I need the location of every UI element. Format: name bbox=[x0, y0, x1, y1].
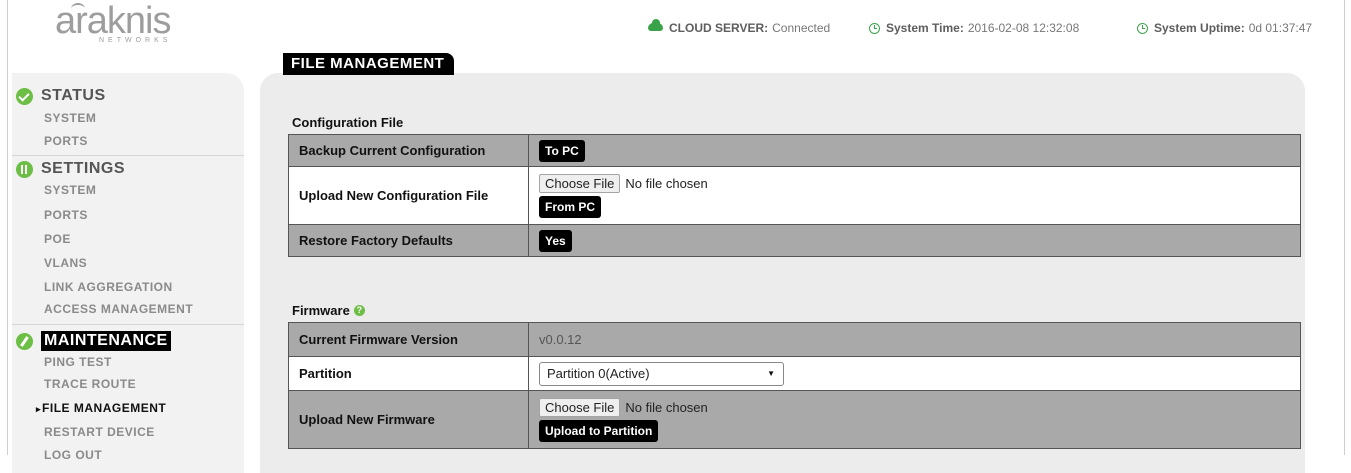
restore-defaults-label: Restore Factory Defaults bbox=[288, 224, 529, 257]
backup-to-pc-button[interactable]: To PC bbox=[539, 139, 585, 162]
partition-label: Partition bbox=[288, 356, 529, 391]
table-row: Backup Current Configuration To PC bbox=[288, 134, 1301, 167]
cloud-value: Connected bbox=[772, 21, 831, 35]
araknis-logo[interactable]: araknis NETWORKS bbox=[55, 2, 195, 44]
restore-yes-button[interactable]: Yes bbox=[539, 229, 572, 252]
firmware-heading: Firmware ? bbox=[292, 303, 365, 318]
firmware-version-cell: v0.0.12 bbox=[528, 322, 1301, 357]
sidebar-item-link-aggregation[interactable]: LINK AGGREGATION bbox=[44, 280, 173, 294]
sidebar-item-poe[interactable]: POE bbox=[44, 232, 71, 246]
sidebar-section-settings[interactable]: SETTINGS bbox=[16, 160, 125, 178]
table-row: Partition Partition 0(Active) bbox=[288, 356, 1301, 391]
sidebar-item-trace-route[interactable]: TRACE ROUTE bbox=[44, 377, 136, 391]
firmware-no-file-text: No file chosen bbox=[625, 399, 708, 415]
page-title: FILE MANAGEMENT bbox=[283, 53, 455, 75]
sidebar-section-label: MAINTENANCE bbox=[41, 331, 171, 351]
system-uptime-value: 0d 01:37:47 bbox=[1248, 21, 1313, 35]
system-time-value: 2016-02-08 12:32:08 bbox=[967, 21, 1080, 35]
sidebar-section-label: STATUS bbox=[41, 87, 106, 104]
table-row: Restore Factory Defaults Yes bbox=[288, 224, 1301, 257]
sidebar-section-maintenance[interactable]: MAINTENANCE bbox=[16, 331, 171, 351]
sidebar-item-log-out[interactable]: LOG OUT bbox=[44, 448, 102, 462]
partition-cell: Partition 0(Active) bbox=[528, 356, 1301, 391]
wrench-icon bbox=[16, 332, 33, 350]
sidebar-section-label: SETTINGS bbox=[41, 160, 126, 177]
sliders-icon bbox=[16, 160, 33, 178]
configuration-table: Backup Current Configuration To PC Uploa… bbox=[288, 134, 1301, 257]
sidebar-item-status-system[interactable]: SYSTEM bbox=[44, 111, 96, 125]
firmware-heading-label: Firmware bbox=[292, 303, 350, 318]
cloud-icon bbox=[648, 19, 663, 31]
firmware-version-label: Current Firmware Version bbox=[288, 322, 529, 357]
table-row: Current Firmware Version v0.0.12 bbox=[288, 322, 1301, 357]
upload-firmware-label: Upload New Firmware bbox=[288, 390, 529, 449]
firmware-version-value: v0.0.12 bbox=[539, 332, 582, 347]
cloud-label: CLOUD SERVER: bbox=[669, 21, 769, 35]
config-file-input: Choose File No file chosen bbox=[539, 173, 1290, 193]
sidebar-item-file-management[interactable]: FILE MANAGEMENT bbox=[36, 401, 166, 415]
sidebar-item-status-ports[interactable]: PORTS bbox=[44, 134, 88, 148]
backup-label: Backup Current Configuration bbox=[288, 134, 529, 167]
table-row: Upload New Configuration File Choose Fil… bbox=[288, 166, 1301, 225]
cloud-status: CLOUD SERVER: Connected bbox=[648, 19, 831, 35]
sidebar-item-ping-test[interactable]: PING TEST bbox=[44, 355, 112, 369]
upload-firmware-cell: Choose File No file chosen Upload to Par… bbox=[528, 390, 1301, 449]
sidebar-divider bbox=[12, 155, 244, 156]
system-time: System Time: 2016-02-08 12:32:08 bbox=[869, 21, 1079, 35]
firmware-table: Current Firmware Version v0.0.12 Partiti… bbox=[288, 322, 1301, 449]
firmware-file-input: Choose File No file chosen bbox=[539, 397, 1290, 417]
restore-cell: Yes bbox=[528, 224, 1301, 257]
table-row: Upload New Firmware Choose File No file … bbox=[288, 390, 1301, 449]
system-uptime-label: System Uptime: bbox=[1154, 21, 1245, 35]
sidebar-item-vlans[interactable]: VLANS bbox=[44, 256, 87, 270]
sidebar-divider bbox=[12, 324, 244, 325]
firmware-choose-file-button[interactable]: Choose File bbox=[539, 397, 621, 417]
sidebar-item-restart-device[interactable]: RESTART DEVICE bbox=[44, 425, 155, 439]
clock-icon bbox=[1137, 22, 1148, 34]
sidebar-item-settings-ports[interactable]: PORTS bbox=[44, 208, 88, 222]
question-icon[interactable]: ? bbox=[353, 305, 365, 316]
check-icon bbox=[16, 87, 33, 105]
config-no-file-text: No file chosen bbox=[625, 175, 708, 191]
upload-from-pc-button[interactable]: From PC bbox=[539, 195, 602, 218]
partition-select[interactable]: Partition 0(Active) bbox=[539, 361, 784, 386]
sidebar-item-settings-system[interactable]: SYSTEM bbox=[44, 183, 96, 197]
partition-selected-value: Partition 0(Active) bbox=[547, 365, 650, 381]
config-choose-file-button[interactable]: Choose File bbox=[539, 173, 621, 193]
system-uptime: System Uptime: 0d 01:37:47 bbox=[1137, 21, 1312, 35]
logo-wordmark: araknis bbox=[55, 0, 171, 42]
sidebar-section-status[interactable]: STATUS bbox=[16, 87, 106, 105]
configuration-heading: Configuration File bbox=[292, 115, 404, 130]
upload-config-label: Upload New Configuration File bbox=[288, 166, 529, 225]
sidebar-item-access-management[interactable]: ACCESS MANAGEMENT bbox=[44, 302, 193, 316]
backup-cell: To PC bbox=[528, 134, 1301, 167]
upload-config-cell: Choose File No file chosen From PC bbox=[528, 166, 1301, 225]
system-time-label: System Time: bbox=[886, 21, 964, 35]
clock-icon bbox=[869, 22, 880, 34]
logo-tagline: NETWORKS bbox=[99, 37, 172, 44]
upload-to-partition-button[interactable]: Upload to Partition bbox=[539, 419, 659, 442]
